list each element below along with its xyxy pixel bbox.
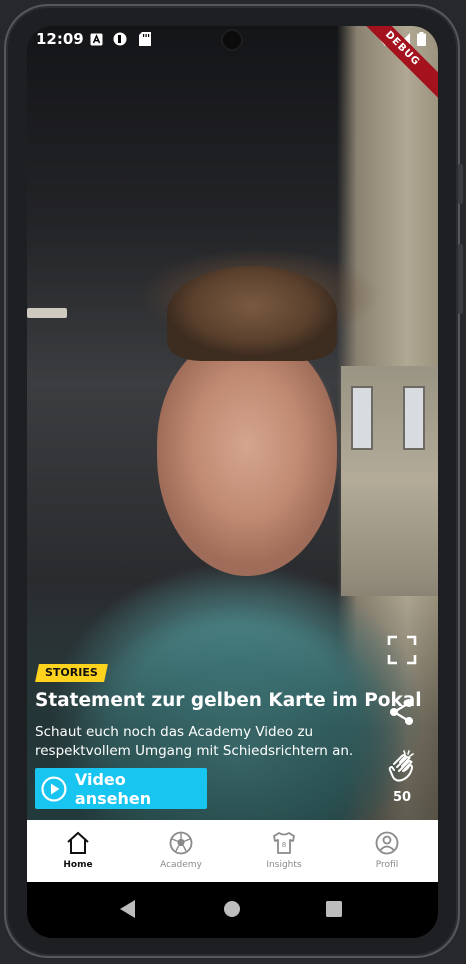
nav-label-insights: Insights <box>266 860 302 870</box>
clap-count: 50 <box>392 790 412 805</box>
watch-video-button[interactable]: Video ansehen <box>35 768 207 809</box>
stories-tag: STORIES <box>35 664 108 682</box>
share-icon <box>390 699 413 725</box>
share-button[interactable] <box>383 693 421 731</box>
front-camera <box>223 31 241 49</box>
jersey-icon: 8 <box>273 832 295 854</box>
nav-item-home[interactable]: Home <box>27 820 129 882</box>
notification-app-icon <box>113 32 127 46</box>
bottom-navigation: Home Academy 8 Insights Profil <box>27 820 438 882</box>
profile-icon <box>375 831 399 855</box>
fullscreen-icon <box>387 635 417 665</box>
story-title: Statement zur gelben Karte im Pokal <box>35 690 422 711</box>
svg-text:8: 8 <box>282 841 286 849</box>
clap-icon <box>388 750 414 782</box>
person-face <box>157 336 337 576</box>
clap-button[interactable] <box>383 748 421 786</box>
home-circle-icon[interactable] <box>224 901 240 917</box>
car-light <box>27 308 67 318</box>
power-button <box>458 244 463 314</box>
volume-button <box>458 164 463 204</box>
watch-video-label: Video ansehen <box>74 769 152 808</box>
sd-card-icon <box>139 32 151 46</box>
story-description: Schaut euch noch das Academy Video zu re… <box>35 724 354 759</box>
nav-item-academy[interactable]: Academy <box>130 820 232 882</box>
nav-label-profil: Profil <box>375 860 399 870</box>
person-hair <box>167 266 337 361</box>
fullscreen-button[interactable] <box>383 631 421 669</box>
battery-icon <box>417 32 426 46</box>
home-icon <box>67 831 89 854</box>
system-navigation-bar <box>27 882 438 938</box>
car-window <box>341 366 438 596</box>
status-time: 12:09 <box>36 30 84 48</box>
notification-a-icon <box>90 33 103 46</box>
nav-item-insights[interactable]: 8 Insights <box>233 820 335 882</box>
nav-label-home: Home <box>63 860 93 870</box>
nav-item-profil[interactable]: Profil <box>336 820 438 882</box>
stories-tag-label: STORIES <box>45 666 98 679</box>
play-icon <box>41 775 67 802</box>
back-icon[interactable] <box>120 900 136 918</box>
status-bar: 12:09 DEBUG <box>27 26 438 105</box>
football-icon <box>169 831 193 855</box>
recents-icon[interactable] <box>326 901 342 917</box>
screen: 12:09 DEBUG STORIES Statement zur gelben… <box>27 26 438 938</box>
nav-label-academy: Academy <box>160 860 202 870</box>
